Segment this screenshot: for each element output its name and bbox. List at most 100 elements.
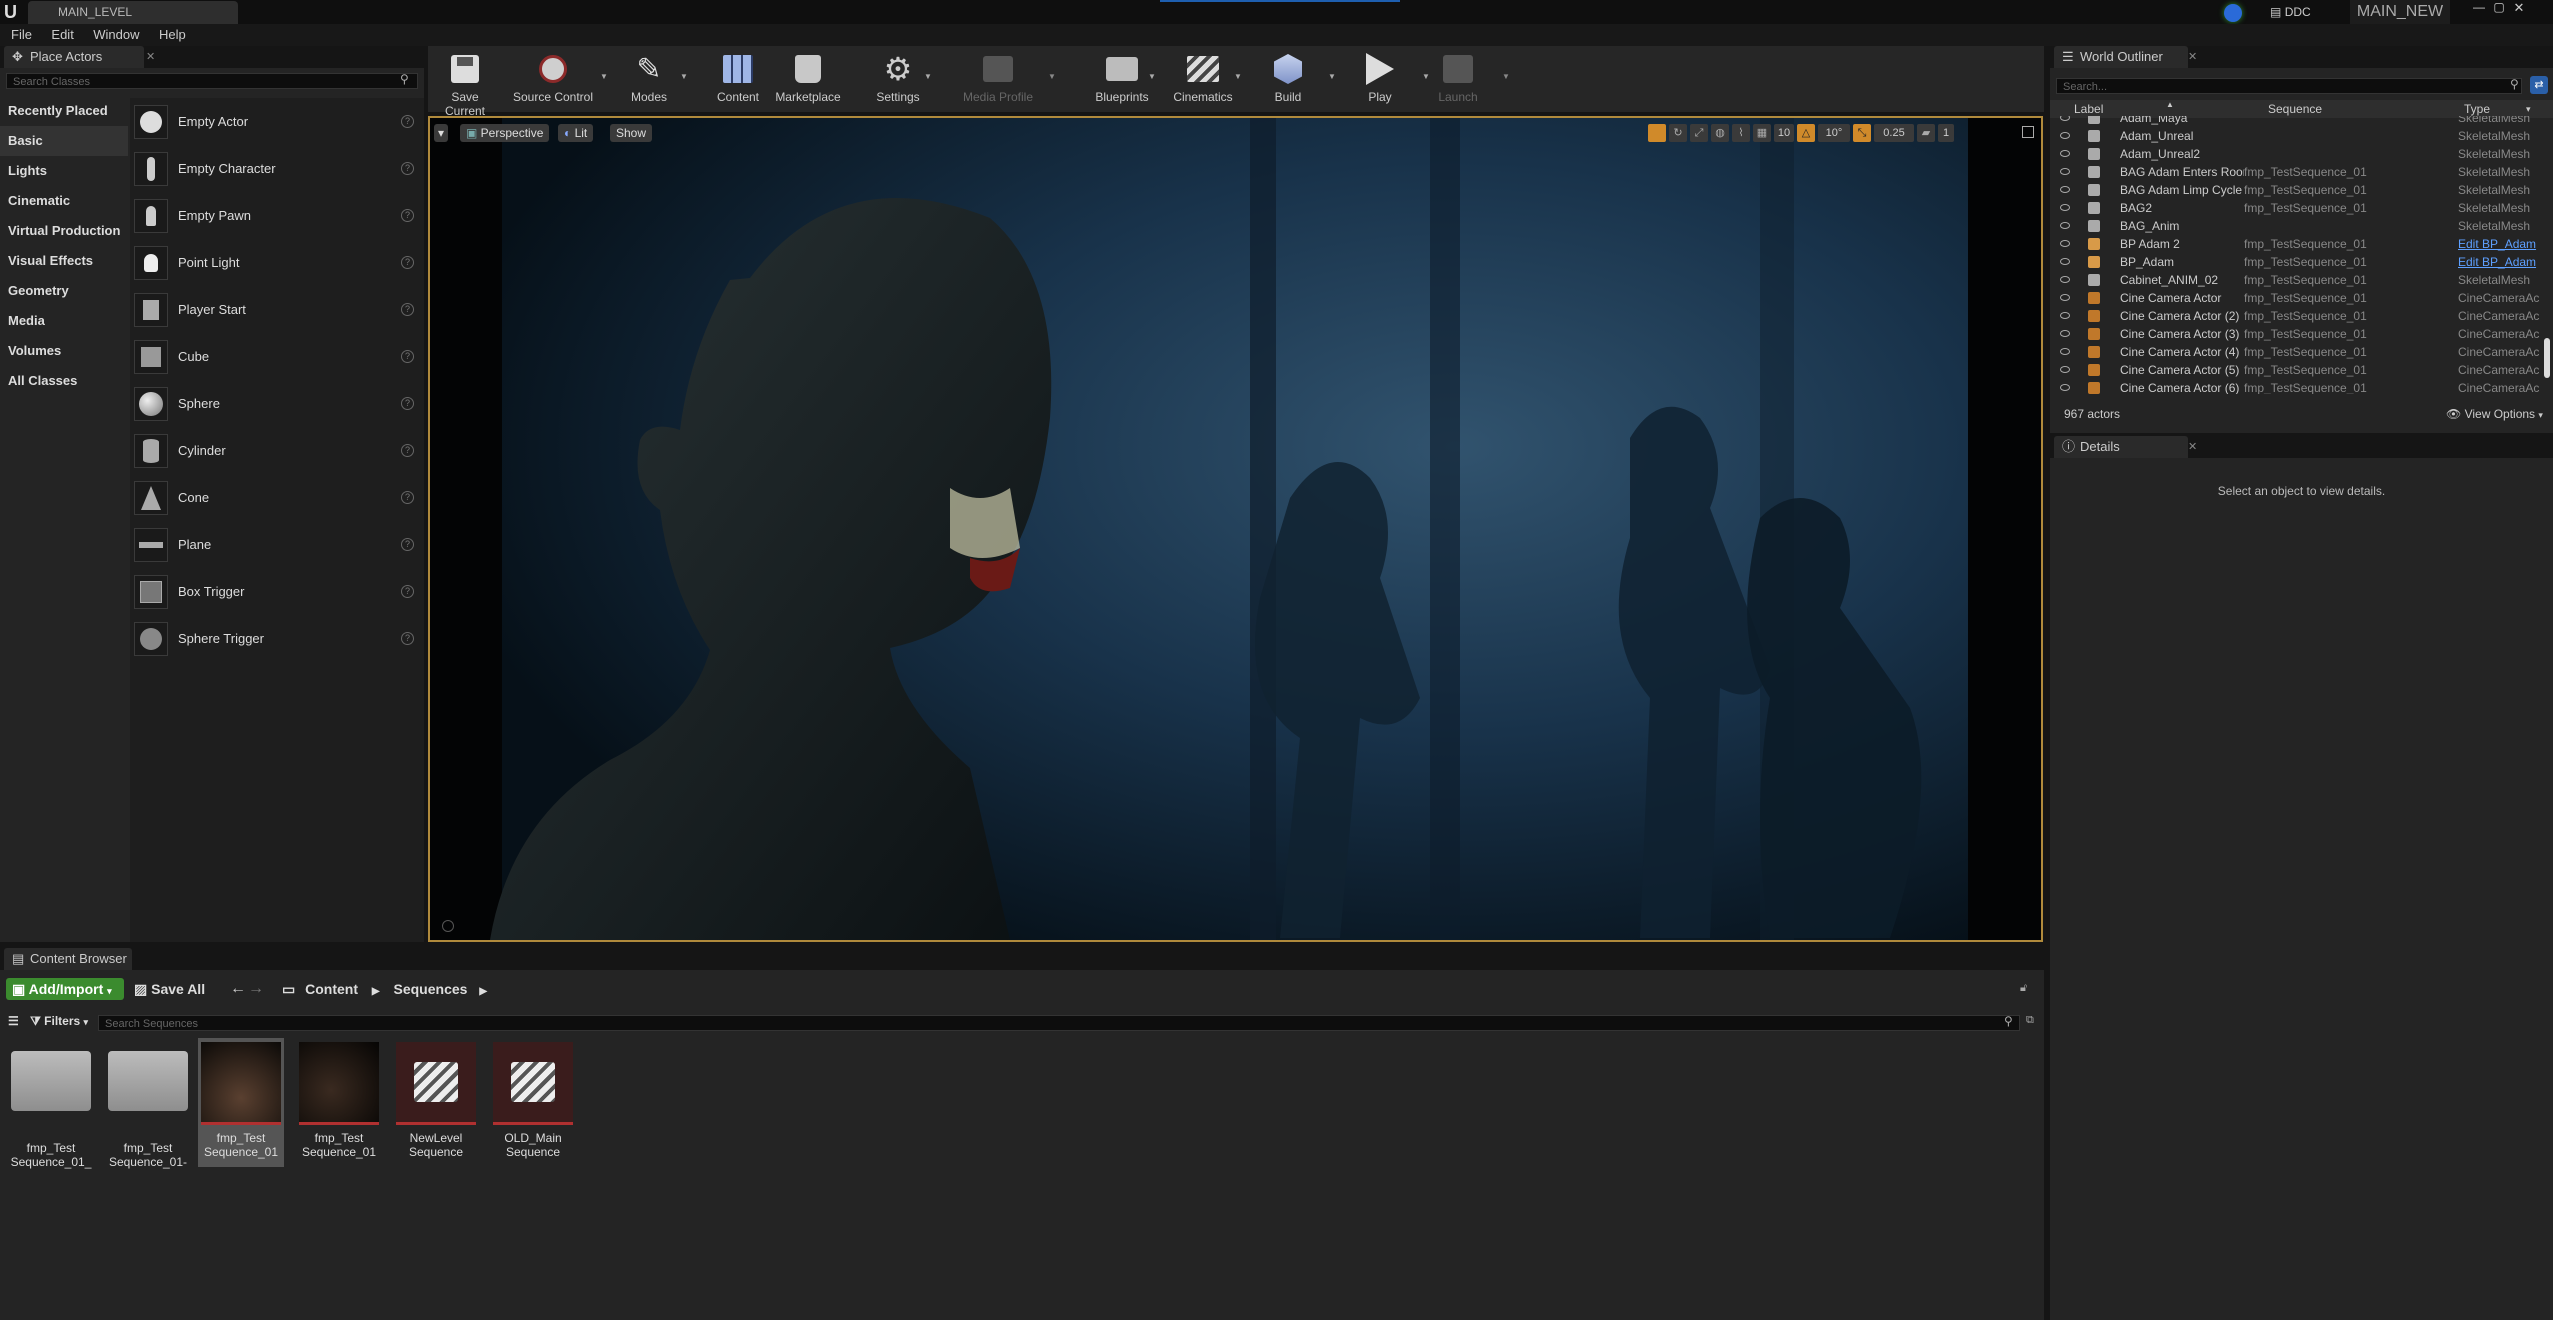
table-row[interactable]: BAG Adam Enters Room 0fmp_TestSequence_0… xyxy=(2050,163,2546,181)
visibility-eye-icon[interactable] xyxy=(2060,258,2070,265)
actor-item[interactable]: Cube? xyxy=(130,333,424,380)
viewport-info-icon[interactable] xyxy=(442,920,454,932)
visibility-eye-icon[interactable] xyxy=(2060,276,2070,283)
scale-snap-icon[interactable]: ⤡ xyxy=(1853,124,1871,142)
left-splitter[interactable] xyxy=(424,46,428,942)
table-row[interactable]: Cine Camera Actor (5) fmp_TestSequence_01… xyxy=(2050,361,2546,379)
visibility-eye-icon[interactable] xyxy=(2060,294,2070,301)
maximize-viewport-icon[interactable] xyxy=(2022,126,2034,138)
world-space-icon[interactable]: ◍ xyxy=(1711,124,1729,142)
help-icon[interactable]: ? xyxy=(401,162,414,175)
menu-window[interactable]: Window xyxy=(93,24,139,46)
help-icon[interactable]: ? xyxy=(401,632,414,645)
table-row[interactable]: Cine Camera Actor fmp_TestSequence_01 Cine… xyxy=(2050,289,2546,307)
actor-item[interactable]: Box Trigger? xyxy=(130,568,424,615)
table-row[interactable]: Adam_Unreal2 SkeletalMesh xyxy=(2050,145,2546,163)
content-button[interactable]: Content xyxy=(710,46,766,112)
breadcrumb-sequences[interactable]: Sequences xyxy=(394,981,468,997)
visibility-eye-icon[interactable] xyxy=(2060,204,2070,211)
asset-sequence-selected[interactable]: fmp_Test Sequence_01 xyxy=(198,1038,284,1167)
category-geometry[interactable]: Geometry xyxy=(0,276,128,306)
play-button[interactable]: Play xyxy=(1356,46,1404,112)
build-button[interactable]: Build xyxy=(1260,46,1316,112)
launch-dropdown-icon[interactable]: ▼ xyxy=(1502,72,1510,81)
table-row[interactable]: Cine Camera Actor (3) fmp_TestSequence_01… xyxy=(2050,325,2546,343)
source-control-status-icon[interactable] xyxy=(2220,2,2246,24)
lit-button[interactable]: ◐ Lit xyxy=(558,124,594,142)
table-row[interactable]: Adam_Maya SkeletalMesh xyxy=(2050,116,2546,127)
breadcrumb-separator-icon[interactable]: ▶ xyxy=(479,986,487,997)
category-cinematic[interactable]: Cinematic xyxy=(0,186,128,216)
modes-dropdown-icon[interactable]: ▼ xyxy=(680,72,688,81)
sources-toggle-icon[interactable]: ☰ xyxy=(8,1014,19,1028)
add-filter-icon[interactable]: ⇄ xyxy=(2530,76,2548,94)
source-control-button[interactable]: Source Control xyxy=(510,46,596,112)
category-virtual-production[interactable]: Virtual Production xyxy=(0,216,128,246)
search-sequences-input[interactable]: Search Sequences xyxy=(98,1015,2020,1031)
scale-snap-value[interactable]: 0.25 xyxy=(1874,124,1914,142)
table-row[interactable]: Cine Camera Actor (2) fmp_TestSequence_01… xyxy=(2050,307,2546,325)
category-media[interactable]: Media xyxy=(0,306,128,336)
table-row[interactable]: Cine Camera Actor (4) fmp_TestSequence_01… xyxy=(2050,343,2546,361)
asset-folder[interactable]: fmp_Test Sequence_01- DESKTOP- xyxy=(105,1043,191,1169)
asset-sequence[interactable]: fmp_Test Sequence_01 xyxy=(296,1042,382,1159)
save-current-button[interactable]: Save Current xyxy=(432,46,498,118)
scale-mode-icon[interactable]: ⤢ xyxy=(1690,124,1708,142)
actor-item[interactable]: Cone? xyxy=(130,474,424,521)
media-profile-button[interactable]: Media Profile xyxy=(956,46,1040,112)
back-arrow-icon[interactable]: ← xyxy=(230,978,246,1000)
visibility-eye-icon[interactable] xyxy=(2060,150,2070,157)
visibility-eye-icon[interactable] xyxy=(2060,222,2070,229)
build-dropdown-icon[interactable]: ▼ xyxy=(1328,72,1336,81)
actor-item[interactable]: Sphere Trigger? xyxy=(130,615,424,662)
source-control-dropdown-icon[interactable]: ▼ xyxy=(600,72,608,81)
outliner-scrollbar-thumb[interactable] xyxy=(2544,338,2550,378)
forward-arrow-icon[interactable]: → xyxy=(248,978,264,1000)
category-volumes[interactable]: Volumes xyxy=(0,336,128,366)
world-outliner-close-icon[interactable]: ✕ xyxy=(2188,50,2197,63)
help-icon[interactable]: ? xyxy=(401,585,414,598)
asset-sequence[interactable]: OLD_Main Sequence xyxy=(490,1042,576,1159)
play-dropdown-icon[interactable]: ▼ xyxy=(1422,72,1430,81)
camera-speed-value[interactable]: 1 xyxy=(1938,124,1954,142)
viewport-options-button[interactable]: ▾ xyxy=(434,124,449,142)
table-row[interactable]: BAG2 fmp_TestSequence_01 SkeletalMesh xyxy=(2050,199,2546,217)
actor-item[interactable]: Empty Pawn? xyxy=(130,192,424,239)
content-browser-tab[interactable]: ▤ Content Browser xyxy=(4,948,132,970)
filters-button[interactable]: ☰ ⧩ Filters ▾ xyxy=(8,1014,88,1029)
outliner-search-input[interactable]: Search... xyxy=(2056,78,2522,94)
right-splitter[interactable] xyxy=(2044,46,2050,1320)
collections-icon[interactable]: ⧉ xyxy=(2026,1014,2034,1027)
add-import-button[interactable]: ▣ Add/Import ▾ xyxy=(6,978,124,1000)
surface-snap-icon[interactable]: ⌇ xyxy=(1732,124,1750,142)
settings-button[interactable]: ⚙ Settings xyxy=(868,46,928,112)
help-icon[interactable]: ? xyxy=(401,397,414,410)
rotation-snap-icon[interactable]: △ xyxy=(1797,124,1815,142)
visibility-eye-icon[interactable] xyxy=(2060,384,2070,391)
category-all-classes[interactable]: All Classes xyxy=(0,366,128,396)
launch-button[interactable]: Launch xyxy=(1430,46,1486,112)
outliner-type[interactable]: Edit BP_Adam xyxy=(2458,253,2544,271)
help-icon[interactable]: ? xyxy=(401,491,414,504)
maximize-button[interactable]: ▢ xyxy=(2490,0,2508,18)
cinematics-dropdown-icon[interactable]: ▼ xyxy=(1234,72,1242,81)
world-outliner-tab[interactable]: ☰ World Outliner xyxy=(2054,46,2188,68)
outliner-type[interactable]: Edit BP_Adam xyxy=(2458,235,2544,253)
visibility-eye-icon[interactable] xyxy=(2060,348,2070,355)
category-recently-placed[interactable]: Recently Placed xyxy=(0,96,128,126)
help-icon[interactable]: ? xyxy=(401,350,414,363)
modes-button[interactable]: ✎ Modes xyxy=(622,46,676,112)
category-basic[interactable]: Basic xyxy=(0,126,128,156)
show-button[interactable]: Show xyxy=(610,124,653,142)
table-row[interactable]: Cine Camera Actor (6) fmp_TestSequence_01… xyxy=(2050,379,2546,394)
cinematics-button[interactable]: Cinematics xyxy=(1166,46,1240,112)
table-row[interactable]: BAG Adam Limp Cycle 02fmp_TestSequence_0… xyxy=(2050,181,2546,199)
visibility-eye-icon[interactable] xyxy=(2060,312,2070,319)
category-visual-effects[interactable]: Visual Effects xyxy=(0,246,128,276)
asset-sequence[interactable]: NewLevel Sequence xyxy=(393,1042,479,1159)
place-actors-close-icon[interactable]: ✕ xyxy=(146,50,155,63)
help-icon[interactable]: ? xyxy=(401,538,414,551)
category-lights[interactable]: Lights xyxy=(0,156,128,186)
table-row[interactable]: Cabinet_ANIM_02 fmp_TestSequence_01 Skelet… xyxy=(2050,271,2546,289)
table-row[interactable]: BP_Adam fmp_TestSequence_01 Edit BP_Adam xyxy=(2050,253,2546,271)
